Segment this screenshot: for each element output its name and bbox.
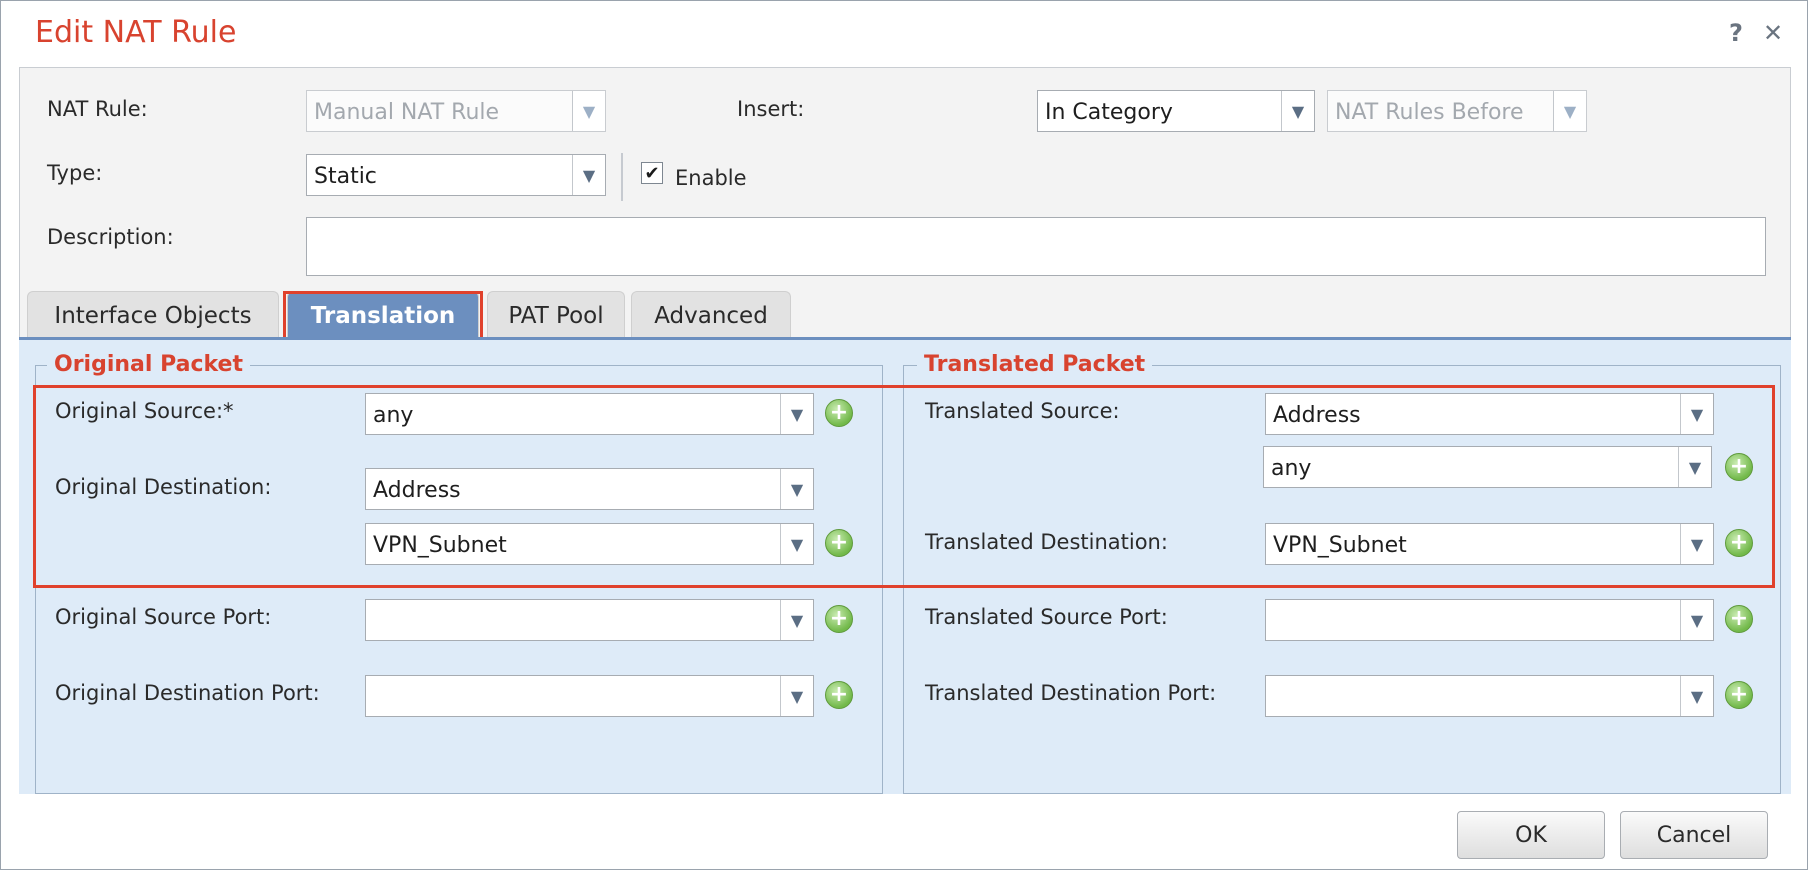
translated-destination-port-select[interactable]: ▼ xyxy=(1265,675,1714,717)
original-packet-legend: Original Packet xyxy=(47,352,250,377)
description-label: Description: xyxy=(47,225,174,249)
tab-highlight-box xyxy=(283,291,483,342)
add-original-destination-port-icon[interactable]: + xyxy=(825,681,853,709)
annotation-highlight-box xyxy=(33,385,1775,588)
nat-rule-label: NAT Rule: xyxy=(47,97,148,121)
chevron-down-icon[interactable]: ▼ xyxy=(1680,600,1713,640)
chevron-down-icon: ▼ xyxy=(572,91,605,131)
chevron-down-icon[interactable]: ▼ xyxy=(780,676,813,716)
original-source-port-label: Original Source Port: xyxy=(55,605,272,629)
type-label: Type: xyxy=(47,161,103,185)
insert-position-value: NAT Rules Before xyxy=(1335,100,1524,125)
chevron-down-icon[interactable]: ▼ xyxy=(1680,676,1713,716)
insert-position-select: NAT Rules Before ▼ xyxy=(1327,90,1587,132)
add-translated-destination-port-icon[interactable]: + xyxy=(1725,681,1753,709)
translated-source-port-label: Translated Source Port: xyxy=(925,605,1168,629)
dialog-title: Edit NAT Rule xyxy=(35,15,237,50)
chevron-down-icon[interactable]: ▼ xyxy=(780,600,813,640)
cancel-button[interactable]: Cancel xyxy=(1620,811,1768,859)
nat-rule-select: Manual NAT Rule ▼ xyxy=(306,90,606,132)
type-value: Static xyxy=(314,164,377,189)
add-original-source-port-icon[interactable]: + xyxy=(825,605,853,633)
tab-pat-pool[interactable]: PAT Pool xyxy=(487,291,625,339)
chevron-down-icon: ▼ xyxy=(1553,91,1586,131)
original-destination-port-label: Original Destination Port: xyxy=(55,681,320,705)
original-destination-port-select[interactable]: ▼ xyxy=(365,675,814,717)
translated-packet-legend: Translated Packet xyxy=(917,352,1153,377)
nat-rule-value: Manual NAT Rule xyxy=(314,100,500,125)
close-icon[interactable]: ✕ xyxy=(1763,19,1783,47)
chevron-down-icon[interactable]: ▼ xyxy=(1281,91,1314,131)
edit-nat-rule-dialog: Edit NAT Rule ? ✕ NAT Rule: Manual NAT R… xyxy=(0,0,1808,870)
enable-checkbox[interactable]: ✔ xyxy=(641,162,663,184)
divider xyxy=(621,153,623,201)
insert-label: Insert: xyxy=(737,97,805,121)
type-select[interactable]: Static ▼ xyxy=(306,154,606,196)
chevron-down-icon[interactable]: ▼ xyxy=(572,155,605,195)
tab-interface-objects[interactable]: Interface Objects xyxy=(27,291,279,339)
insert-category-select[interactable]: In Category ▼ xyxy=(1037,90,1315,132)
add-translated-source-port-icon[interactable]: + xyxy=(1725,605,1753,633)
translated-destination-port-label: Translated Destination Port: xyxy=(925,681,1217,705)
insert-category-value: In Category xyxy=(1045,100,1173,125)
help-icon[interactable]: ? xyxy=(1729,19,1743,47)
description-input[interactable] xyxy=(306,217,1766,276)
tab-advanced[interactable]: Advanced xyxy=(631,291,791,339)
ok-button[interactable]: OK xyxy=(1457,811,1605,859)
enable-label: Enable xyxy=(675,166,747,190)
original-source-port-select[interactable]: ▼ xyxy=(365,599,814,641)
translated-source-port-select[interactable]: ▼ xyxy=(1265,599,1714,641)
